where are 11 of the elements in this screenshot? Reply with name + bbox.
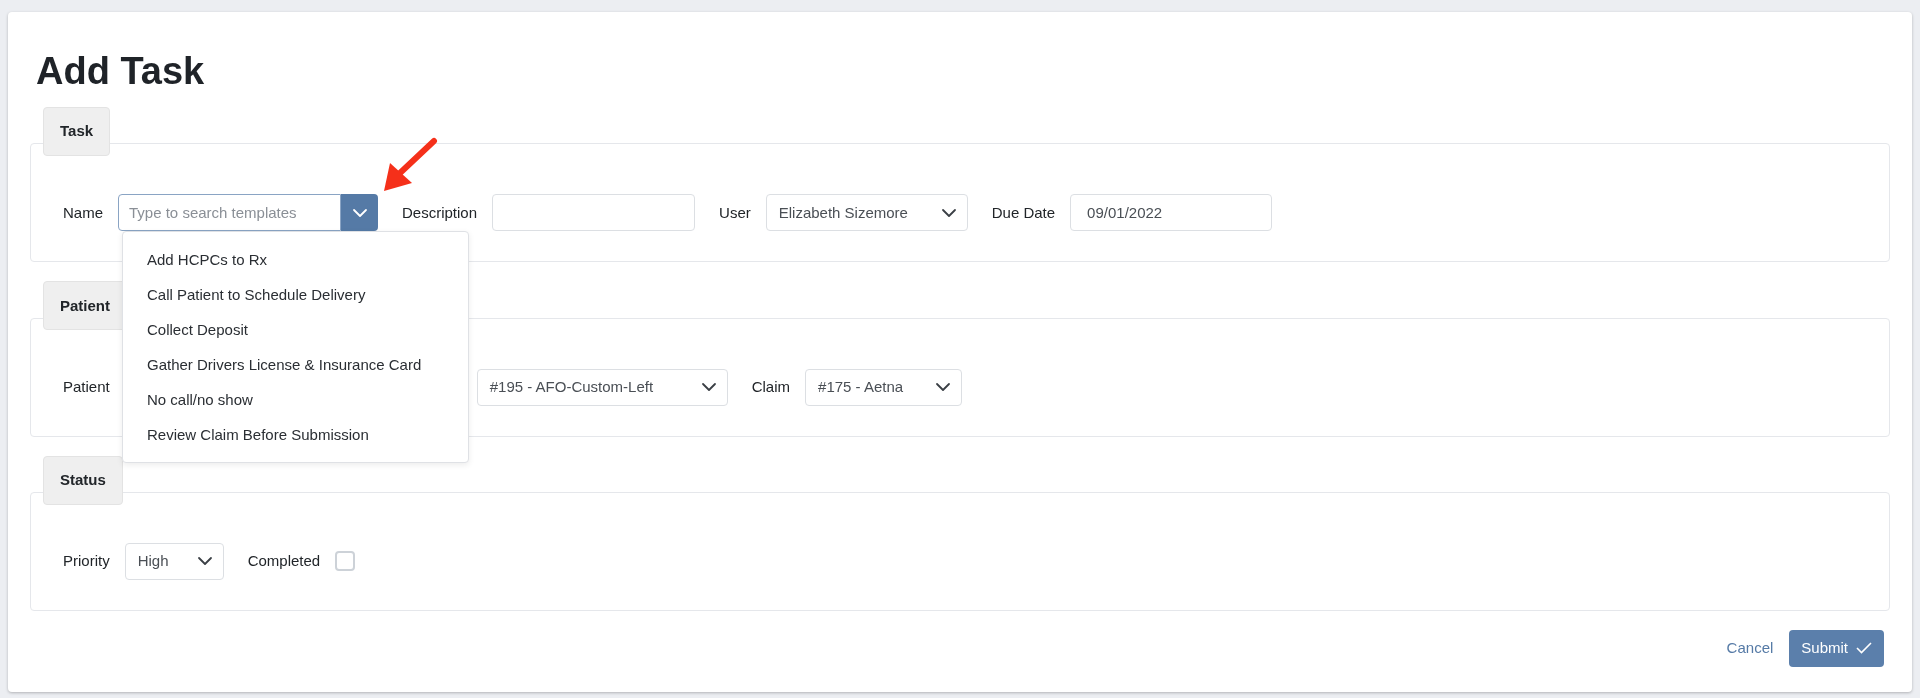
field-label: Completed (247, 551, 321, 571)
field-label: Priority (63, 551, 110, 571)
field-label: Name (63, 202, 103, 223)
field-label: User (719, 202, 751, 223)
field-label: Patient (63, 376, 110, 397)
field-label: Claim (751, 376, 791, 397)
page-title: Add Task (36, 52, 206, 90)
field-label: Description (402, 202, 478, 223)
field-label: Due Date (991, 202, 1056, 223)
section-legend: Task (43, 107, 111, 156)
section-legend: Status (43, 455, 123, 505)
